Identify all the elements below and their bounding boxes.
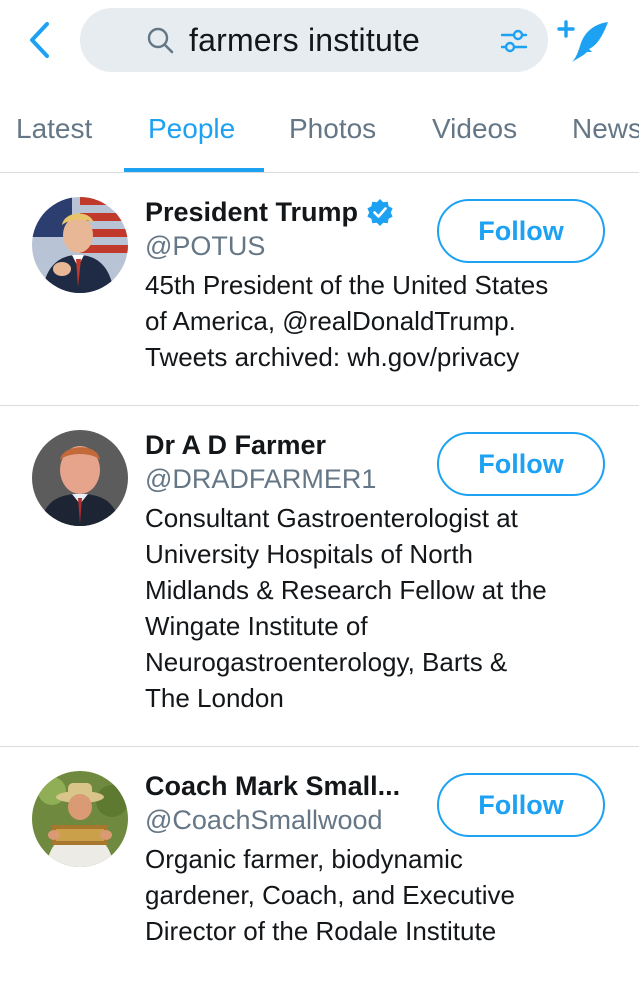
name-row: Dr A D Farmer xyxy=(145,428,326,462)
bio-line: gardener, Coach, and Executive xyxy=(145,880,516,910)
bio-line: University Hospitals of North xyxy=(145,539,473,569)
avatar[interactable] xyxy=(32,771,128,867)
avatar[interactable] xyxy=(32,430,128,526)
tab-news[interactable]: News xyxy=(572,112,639,146)
search-icon xyxy=(147,27,174,54)
top-bar: farmers institute xyxy=(0,0,639,84)
name-row: President Trump xyxy=(145,195,394,229)
bio-line: Consultant Gastroenterologist at xyxy=(145,503,518,533)
user-result[interactable]: Coach Mark Small... @CoachSmallwood Orga… xyxy=(0,747,639,987)
user-handle[interactable]: @DRADFARMER1 xyxy=(145,462,376,496)
user-bio: 45th President of the United States of A… xyxy=(145,267,615,375)
avatar[interactable] xyxy=(32,197,128,293)
search-input[interactable]: farmers institute xyxy=(189,20,420,60)
bio-line[interactable]: of America, @realDonaldTrump. xyxy=(145,303,615,339)
tab-latest[interactable]: Latest xyxy=(16,112,92,146)
name-row: Coach Mark Small... xyxy=(145,769,400,803)
chevron-left-icon xyxy=(30,22,49,58)
user-handle[interactable]: @POTUS xyxy=(145,229,265,263)
bio-line: Neurogastroenterology, Barts & xyxy=(145,647,508,677)
avatar-photo xyxy=(32,197,128,293)
follow-button[interactable]: Follow xyxy=(437,432,605,496)
search-field[interactable]: farmers institute xyxy=(80,8,548,72)
avatar-photo xyxy=(32,430,128,526)
avatar-photo xyxy=(32,771,128,867)
tab-people[interactable]: People xyxy=(148,112,235,146)
compose-tweet-button[interactable] xyxy=(556,16,614,66)
search-tabs: Latest People Photos Videos News xyxy=(0,86,639,173)
tab-videos[interactable]: Videos xyxy=(432,112,517,146)
user-result[interactable]: Dr A D Farmer @DRADFARMER1 Consultant Ga… xyxy=(0,406,639,747)
bio-line: The London xyxy=(145,683,284,713)
bio-line: Midlands & Research Fellow at the xyxy=(145,575,547,605)
bio-line: Wingate Institute of xyxy=(145,611,368,641)
verified-badge-icon xyxy=(367,199,393,226)
tab-photos[interactable]: Photos xyxy=(289,112,376,146)
follow-button[interactable]: Follow xyxy=(437,773,605,837)
bio-line: Director of the Rodale Institute xyxy=(145,916,497,946)
filter-sliders-icon[interactable] xyxy=(498,25,530,57)
bio-line: 45th President of the United States xyxy=(145,270,549,300)
user-name[interactable]: President Trump xyxy=(145,195,358,229)
bio-line: Organic farmer, biodynamic xyxy=(145,844,463,874)
compose-feather-icon xyxy=(557,20,608,62)
follow-button[interactable]: Follow xyxy=(437,199,605,263)
back-button[interactable] xyxy=(22,20,56,60)
user-name[interactable]: Coach Mark Small... xyxy=(145,769,400,803)
user-result[interactable]: President Trump @POTUS 45th President of… xyxy=(0,173,639,406)
active-tab-indicator xyxy=(124,168,264,172)
user-bio: Consultant Gastroenterologist at Univers… xyxy=(145,500,615,716)
user-handle[interactable]: @CoachSmallwood xyxy=(145,803,383,837)
user-name[interactable]: Dr A D Farmer xyxy=(145,428,326,462)
bio-line[interactable]: Tweets archived: wh.gov/privacy xyxy=(145,339,615,375)
